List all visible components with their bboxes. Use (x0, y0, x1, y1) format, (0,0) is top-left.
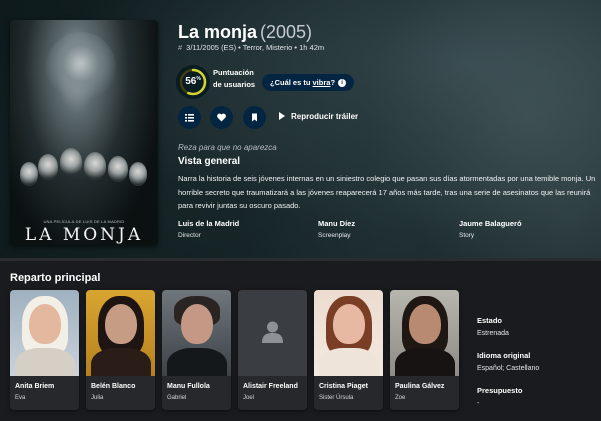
cast-photo-placeholder (238, 290, 307, 376)
watchlist-button[interactable] (243, 106, 266, 129)
add-to-list-button[interactable] (178, 106, 201, 129)
cast-photo (10, 290, 79, 376)
cast-card[interactable]: Manu Fullola Gabriel (162, 290, 231, 410)
cast-character: Zoe (395, 395, 406, 401)
user-score-label: Puntuación de usuarios (213, 68, 256, 89)
poster-nun-figure (46, 32, 116, 102)
cast-name: Cristina Piaget (319, 383, 369, 390)
bookmark-icon (252, 113, 257, 122)
cast-name: Paulina Gálvez (395, 383, 445, 390)
movie-facts: #3/11/2005 (ES) • Terror, Misterio • 1h … (178, 43, 324, 52)
movie-header-backdrop: UNA PELÍCULA DE LUIS DE LA MADRID LA MON… (0, 0, 601, 258)
overview-heading: Vista general (178, 156, 241, 167)
cast-name: Alistair Freeland (243, 383, 298, 390)
fact-value: Estrenada (477, 330, 509, 337)
cast-photo (390, 290, 459, 376)
movie-year: (2005) (260, 22, 313, 42)
poster-title: LA MONJA (24, 225, 144, 245)
info-icon: i (338, 79, 347, 87)
play-trailer-button[interactable]: Reproducir tráiler (279, 112, 358, 121)
section-divider (0, 258, 601, 261)
crew-name[interactable]: Manu Díez (318, 219, 355, 228)
cast-character: Eva (15, 395, 26, 401)
heart-icon (217, 113, 226, 122)
cast-character: Joel (243, 395, 255, 401)
crew-name[interactable]: Luis de la Madrid (178, 219, 239, 228)
cast-name: Belén Blanco (91, 383, 136, 390)
cast-card[interactable]: Paulina Gálvez Zoe (390, 290, 459, 410)
cast-card[interactable]: Alistair Freeland Joel (238, 290, 307, 410)
cast-character: Sister Úrsula (319, 395, 354, 401)
movie-poster[interactable]: UNA PELÍCULA DE LUIS DE LA MADRID LA MON… (10, 20, 158, 245)
person-placeholder-icon (262, 321, 283, 343)
crew-job: Director (178, 232, 201, 239)
user-score-chart: 56% (178, 67, 208, 97)
favorite-button[interactable] (210, 106, 233, 129)
cast-name: Manu Fullola (167, 383, 210, 390)
cast-heading: Reparto principal (10, 272, 101, 284)
cast-character: Julia (91, 395, 104, 401)
crew-member: Jaume Balagueró Story (459, 219, 522, 239)
fact-value: - (477, 400, 480, 407)
movie-facts-sidebar: Estado Estrenada Idioma original Español… (477, 316, 597, 421)
cast-card[interactable]: Cristina Piaget Sister Úrsula (314, 290, 383, 410)
release-genres-runtime: 3/11/2005 (ES) • Terror, Misterio • 1h 4… (186, 43, 325, 52)
fact-label: Presupuesto (477, 386, 523, 395)
cast-photo (86, 290, 155, 376)
cast-name: Anita Briem (15, 383, 55, 390)
movie-title-row: La monja (2005) (178, 22, 312, 43)
poster-cast-faces (16, 140, 152, 210)
list-icon (185, 114, 194, 122)
fact-label: Estado (477, 316, 503, 325)
vibe-button[interactable]: ¿Cuál es tu vibra? i (262, 74, 355, 91)
certification-badge: # (178, 43, 183, 52)
cast-photo (162, 290, 231, 376)
crew-job: Story (459, 232, 475, 239)
fact-value: Español; Castellano (477, 365, 540, 372)
user-score-value: 56% (185, 76, 201, 87)
cast-character: Gabriel (167, 395, 187, 401)
play-icon (279, 112, 285, 120)
cast-photo (314, 290, 383, 376)
crew-job: Screenplay (318, 232, 351, 239)
movie-title[interactable]: La monja (178, 22, 257, 42)
fact-label: Idioma original (477, 351, 531, 360)
cast-card[interactable]: Belén Blanco Julia (86, 290, 155, 410)
crew-member: Luis de la Madrid Director (178, 219, 239, 239)
movie-tagline: Reza para que no aparezca (178, 143, 277, 152)
poster-tagline: UNA PELÍCULA DE LUIS DE LA MADRID (43, 219, 125, 224)
overview-text: Narra la historia de seis jóvenes intern… (178, 174, 596, 210)
crew-name[interactable]: Jaume Balagueró (459, 219, 522, 228)
crew-member: Manu Díez Screenplay (318, 219, 355, 239)
cast-card[interactable]: Anita Briem Eva (10, 290, 79, 410)
